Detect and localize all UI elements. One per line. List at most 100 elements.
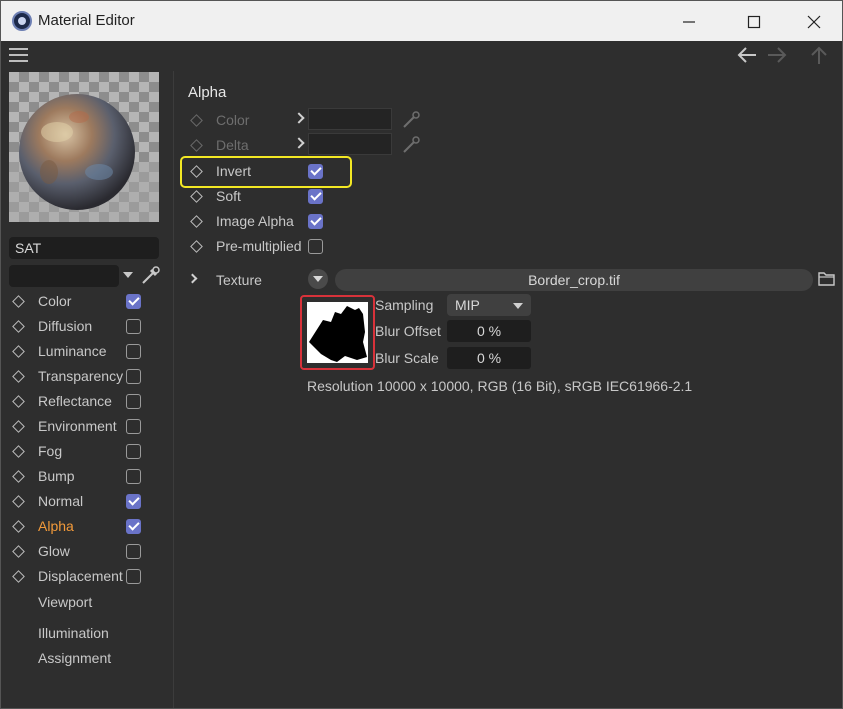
channel-item-color[interactable]: Color [1, 289, 173, 314]
keyframe-diamond-icon[interactable] [12, 570, 25, 583]
blur-scale-field[interactable]: 0 % [447, 347, 531, 369]
channel-checkbox[interactable] [126, 419, 141, 434]
delta-swatch[interactable] [308, 133, 392, 155]
channel-checkbox[interactable] [126, 294, 141, 309]
assignment-item[interactable]: Assignment [38, 650, 111, 666]
channel-label: Luminance [38, 343, 107, 359]
chevron-down-icon [513, 303, 523, 309]
channel-item-transparency[interactable]: Transparency [1, 364, 173, 389]
keyframe-diamond-icon[interactable] [12, 520, 25, 533]
channel-item-glow[interactable]: Glow [1, 539, 173, 564]
keyframe-diamond-icon[interactable] [12, 445, 25, 458]
keyframe-diamond-icon[interactable] [12, 470, 25, 483]
channel-item-environment[interactable]: Environment [1, 414, 173, 439]
channel-checkbox[interactable] [126, 394, 141, 409]
keyframe-diamond-icon[interactable] [190, 190, 203, 203]
title-bar: Material Editor [1, 1, 842, 41]
keyframe-diamond-icon[interactable] [12, 295, 25, 308]
color-swatch[interactable] [308, 108, 392, 130]
arrow-left-icon[interactable] [735, 44, 759, 66]
eyedropper-icon[interactable] [401, 110, 421, 130]
option-row-pre-multiplied: Pre-multiplied [181, 234, 781, 259]
texture-menu-button[interactable] [308, 269, 328, 289]
channel-checkbox[interactable] [126, 569, 141, 584]
keyframe-diamond-icon[interactable] [12, 420, 25, 433]
keyframe-diamond-icon[interactable] [190, 215, 203, 228]
option-label: Pre-multiplied [216, 238, 302, 254]
chevron-right-icon[interactable] [293, 112, 305, 124]
channel-checkbox[interactable] [126, 544, 141, 559]
keyframe-diamond-icon[interactable] [190, 240, 203, 253]
texture-row: Texture Border_crop.tif [181, 267, 841, 292]
folder-icon[interactable] [818, 271, 835, 286]
close-button[interactable] [791, 8, 837, 36]
chevron-right-icon[interactable] [187, 273, 198, 284]
arrow-right-icon[interactable] [765, 44, 789, 66]
invert-highlight [180, 156, 352, 188]
color-row: Color [181, 108, 781, 133]
keyframe-diamond-icon[interactable] [12, 370, 25, 383]
close-icon [807, 15, 821, 29]
channel-item-displacement[interactable]: Displacement [1, 564, 173, 589]
maximize-button[interactable] [731, 8, 777, 36]
channel-checkbox[interactable] [126, 444, 141, 459]
eyedropper-icon[interactable] [401, 135, 421, 155]
sampling-label: Sampling [375, 297, 434, 313]
channel-checkbox[interactable] [126, 469, 141, 484]
panel-divider [173, 71, 174, 708]
toolbar [1, 41, 842, 71]
texture-label: Texture [216, 272, 262, 288]
minimize-button[interactable] [666, 8, 712, 36]
color-label: Color [216, 112, 250, 128]
option-checkbox[interactable] [308, 214, 323, 229]
material-name-field[interactable]: SAT [9, 237, 159, 259]
channel-checkbox[interactable] [126, 519, 141, 534]
channel-item-luminance[interactable]: Luminance [1, 339, 173, 364]
channel-item-bump[interactable]: Bump [1, 464, 173, 489]
keyframe-diamond-icon[interactable] [190, 139, 203, 152]
left-panel: SAT Color Diffusion Luminance Transparency R… [1, 71, 173, 708]
channel-label: Glow [38, 543, 70, 559]
blur-offset-field[interactable]: 0 % [447, 320, 531, 342]
eyedropper-icon[interactable] [139, 265, 161, 287]
option-row-image-alpha: Image Alpha [181, 209, 781, 234]
keyframe-diamond-icon[interactable] [12, 345, 25, 358]
channel-label: Alpha [38, 518, 74, 534]
minimize-icon [683, 21, 695, 23]
arrow-up-icon[interactable] [807, 44, 831, 66]
channel-item-fog[interactable]: Fog [1, 439, 173, 464]
channel-filter-field[interactable] [9, 265, 119, 287]
channel-label: Fog [38, 443, 63, 459]
keyframe-diamond-icon[interactable] [12, 395, 25, 408]
channel-label: Transparency [38, 368, 124, 384]
chevron-down-icon[interactable] [123, 272, 133, 278]
channel-checkbox[interactable] [126, 344, 141, 359]
resolution-info: Resolution 10000 x 10000, RGB (16 Bit), … [307, 378, 693, 394]
texture-thumbnail[interactable] [300, 295, 375, 370]
channel-item-reflectance[interactable]: Reflectance [1, 389, 173, 414]
delta-row: Delta [181, 133, 781, 158]
channel-label: Environment [38, 418, 117, 434]
channel-item-diffusion[interactable]: Diffusion [1, 314, 173, 339]
viewport-item[interactable]: Viewport [38, 594, 92, 610]
keyframe-diamond-icon[interactable] [12, 545, 25, 558]
keyframe-diamond-icon[interactable] [190, 114, 203, 127]
channel-checkbox[interactable] [126, 494, 141, 509]
channel-checkbox[interactable] [126, 369, 141, 384]
channel-label: Reflectance [38, 393, 112, 409]
keyframe-diamond-icon[interactable] [12, 495, 25, 508]
sampling-select[interactable]: MIP [447, 294, 531, 316]
material-preview-image [9, 72, 159, 222]
keyframe-diamond-icon[interactable] [12, 320, 25, 333]
chevron-right-icon[interactable] [293, 137, 305, 149]
channel-item-normal[interactable]: Normal [1, 489, 173, 514]
hamburger-menu-icon[interactable] [9, 48, 28, 62]
channel-checkbox[interactable] [126, 319, 141, 334]
option-checkbox[interactable] [308, 239, 323, 254]
illumination-item[interactable]: Illumination [38, 625, 109, 641]
option-checkbox[interactable] [308, 189, 323, 204]
channel-label: Displacement [38, 568, 123, 584]
channel-item-alpha[interactable]: Alpha [1, 514, 173, 539]
material-preview[interactable] [9, 72, 159, 222]
texture-file-field[interactable]: Border_crop.tif [335, 269, 813, 291]
